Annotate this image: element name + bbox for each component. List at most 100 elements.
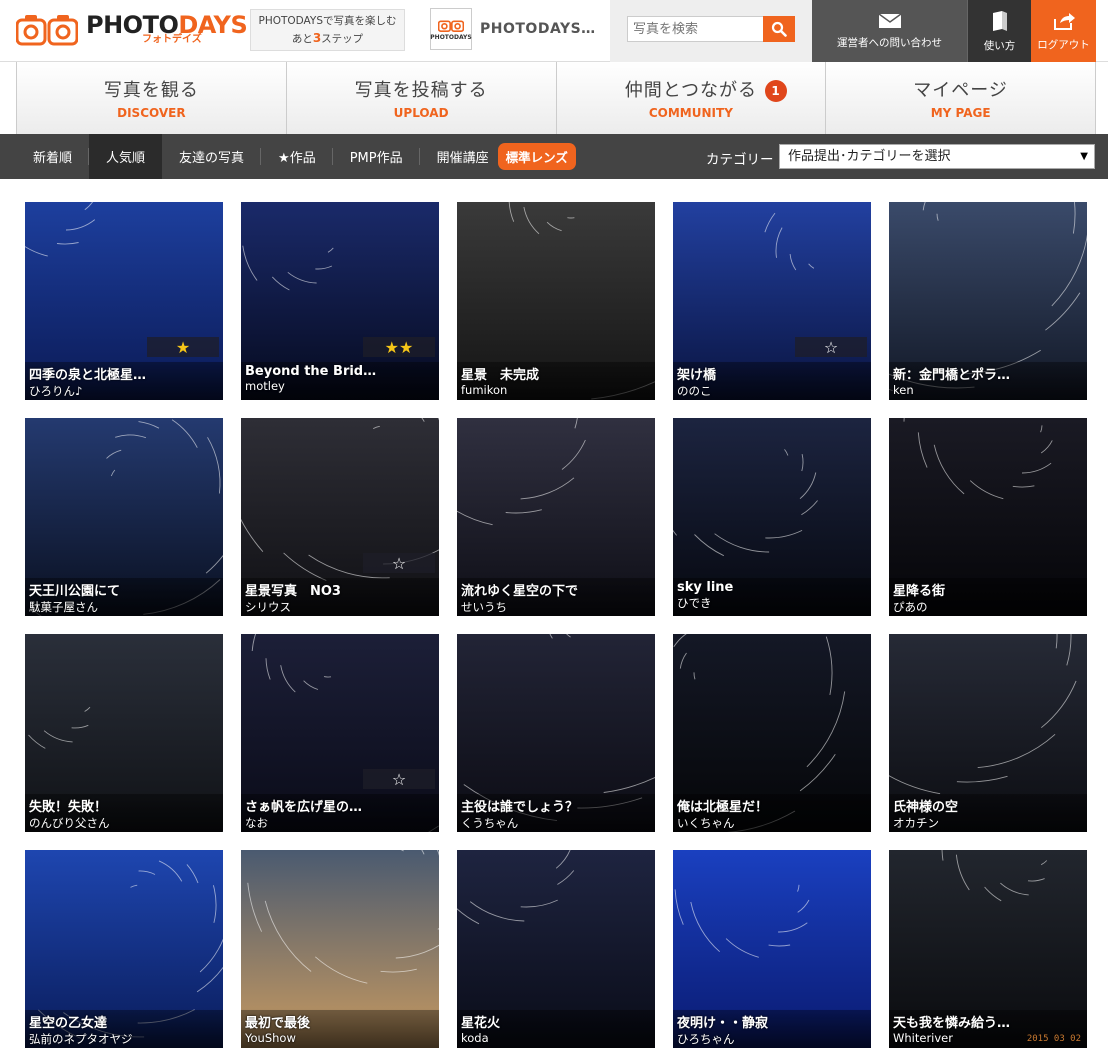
photo-tile[interactable]: 星花火 koda	[457, 850, 655, 1048]
photo-caption: 氏神様の空 オカチン	[889, 792, 1087, 832]
photo-tile[interactable]: 天王川公園にて 駄菓子屋さん	[25, 418, 223, 616]
lens-tag[interactable]: 標準レンズ	[497, 143, 576, 170]
rating-star-icon[interactable]: ☆	[363, 553, 435, 573]
photo-tile[interactable]: 主役は誰でしょう？ くうちゃん	[457, 634, 655, 832]
photo-title: 最初で最後	[245, 1016, 311, 1031]
photo-caption: 流れゆく星空の下で せいうち	[457, 576, 655, 616]
photo-tile[interactable]: 星空の乙女達 弘前のネプタオヤジ	[25, 850, 223, 1048]
photo-caption: 俺は北極星だ！ いくちゃん	[673, 792, 871, 832]
profile-link[interactable]: PHOTODAYS PHOTODAYS…	[430, 8, 596, 50]
profile-name: PHOTODAYS…	[480, 21, 596, 37]
photo-author[interactable]: くうちゃん	[461, 815, 651, 831]
photo-author[interactable]: オカチン	[893, 815, 1083, 831]
photo-author[interactable]: ののこ	[677, 383, 867, 399]
nav-upload[interactable]: 写真を投稿する UPLOAD	[287, 62, 557, 134]
photo-author[interactable]: ken	[893, 383, 1083, 397]
site-logo[interactable]: PHOTODAYS フォトデイズ	[15, 12, 248, 46]
main-nav: 写真を観る DISCOVER 写真を投稿する UPLOAD 仲間とつながる CO…	[16, 62, 1096, 134]
photo-caption: 新：金門橋とポラ… ken	[889, 360, 1087, 400]
photo-tile[interactable]: 星景 未完成 fumikon	[457, 202, 655, 400]
photo-tile[interactable]: 星降る街 ぴあの	[889, 418, 1087, 616]
search-button[interactable]	[763, 16, 795, 42]
photo-caption: Beyond the Brid… motley	[241, 360, 439, 400]
photo-title: 天王川公園にて	[29, 584, 121, 599]
photo-title: さぁ帆を広げ星の…	[245, 800, 363, 815]
category-select[interactable]: 作品提出･カテゴリーを選択 ▼	[779, 144, 1095, 169]
photo-caption: 夜明け・・静寂 ひろちゃん	[673, 1008, 871, 1048]
photo-title: 星景 未完成	[461, 368, 540, 383]
nav-community[interactable]: 仲間とつながる COMMUNITY 1	[557, 62, 827, 134]
camera-logo-icon	[15, 12, 79, 46]
photo-tile[interactable]: 流れゆく星空の下で せいうち	[457, 418, 655, 616]
photo-title: 夜明け・・静寂	[677, 1016, 769, 1031]
photo-author[interactable]: ひでき	[677, 595, 867, 611]
photo-caption: 失敗！失敗！ のんびり父さん	[25, 792, 223, 832]
photo-author[interactable]: 駄菓子屋さん	[29, 599, 219, 615]
photo-author[interactable]: ひろちゃん	[677, 1031, 867, 1047]
photo-author[interactable]: 弘前のネプタオヤジ	[29, 1031, 219, 1047]
photo-author[interactable]: fumikon	[461, 383, 651, 397]
photo-author[interactable]: のんびり父さん	[29, 815, 219, 831]
photo-caption: さぁ帆を広げ星の… なお	[241, 792, 439, 832]
photo-caption: 星景写真 NO3 シリウス	[241, 576, 439, 616]
share-out-icon	[1053, 12, 1075, 30]
search-input[interactable]	[627, 16, 765, 42]
nav-mypage[interactable]: マイページ MY PAGE	[826, 62, 1095, 134]
photo-tile[interactable]: 新：金門橋とポラ… ken	[889, 202, 1087, 400]
photo-author[interactable]: YouShow	[245, 1031, 435, 1045]
photo-title: 氏神様の空	[893, 800, 959, 815]
tab-friends-photos[interactable]: 友達の写真	[162, 134, 262, 179]
photo-title: 架け橋	[677, 368, 717, 383]
photo-tile[interactable]: 最初で最後 YouShow	[241, 850, 439, 1048]
photo-author[interactable]: なお	[245, 815, 435, 831]
rating-star-icon[interactable]: ☆	[795, 337, 867, 357]
photo-author[interactable]: motley	[245, 379, 435, 393]
photo-tile[interactable]: 俺は北極星だ！ いくちゃん	[673, 634, 871, 832]
tab-pmp-works[interactable]: PMP作品	[333, 134, 420, 179]
rating-star-icon[interactable]: ★★	[363, 337, 435, 357]
photo-caption: 四季の泉と北極星… ひろりん♪	[25, 360, 223, 400]
photo-tile[interactable]: 失敗！失敗！ のんびり父さん	[25, 634, 223, 832]
photo-title: 星花火	[461, 1016, 501, 1031]
photo-tile[interactable]: 氏神様の空 オカチン	[889, 634, 1087, 832]
photo-title: 星景写真 NO3	[245, 584, 341, 599]
contact-button[interactable]: 運営者への問い合わせ	[812, 0, 967, 62]
tab-courses[interactable]: 開催講座	[420, 134, 506, 179]
photo-title: sky line	[677, 580, 734, 595]
tab-newest[interactable]: 新着順	[16, 134, 90, 179]
photo-author[interactable]: せいうち	[461, 599, 651, 615]
tab-popular[interactable]: 人気順	[89, 134, 163, 179]
photo-tile[interactable]: sky line ひでき	[673, 418, 871, 616]
photo-caption: 天王川公園にて 駄菓子屋さん	[25, 576, 223, 616]
nav-discover[interactable]: 写真を観る DISCOVER	[17, 62, 287, 134]
photo-author[interactable]: いくちゃん	[677, 815, 867, 831]
logout-button[interactable]: ログアウト	[1031, 0, 1096, 62]
photo-tile[interactable]: 夜明け・・静寂 ひろちゃん	[673, 850, 871, 1048]
photo-tile[interactable]: ☆ 星景写真 NO3 シリウス	[241, 418, 439, 616]
photo-title: 主役は誰でしょう？	[461, 800, 579, 815]
tab-starred-works[interactable]: ★作品	[261, 134, 333, 179]
photo-caption: 最初で最後 YouShow	[241, 1008, 439, 1048]
photo-tile[interactable]: 天も我を憐み給う… Whiteriver 2015 03 02	[889, 850, 1087, 1048]
photo-caption: 主役は誰でしょう？ くうちゃん	[457, 792, 655, 832]
help-button[interactable]: 使い方	[967, 0, 1031, 62]
photo-tile[interactable]: ★ 四季の泉と北極星… ひろりん♪	[25, 202, 223, 400]
photo-author[interactable]: ひろりん♪	[29, 383, 219, 399]
mail-icon	[878, 12, 901, 28]
photo-caption: 星花火 koda	[457, 1008, 655, 1048]
photo-tile[interactable]: ☆ さぁ帆を広げ星の… なお	[241, 634, 439, 832]
rating-star-icon[interactable]: ☆	[363, 769, 435, 789]
photo-datestamp: 2015 03 02	[1026, 1034, 1081, 1044]
photo-author[interactable]: ぴあの	[893, 599, 1083, 615]
category-label: カテゴリー	[706, 152, 774, 168]
photo-tile[interactable]: ★★ Beyond the Brid… motley	[241, 202, 439, 400]
photo-title: 星降る街	[893, 584, 946, 599]
rating-star-icon[interactable]: ★	[147, 337, 219, 357]
photo-author[interactable]: シリウス	[245, 599, 435, 615]
book-icon	[992, 10, 1007, 31]
photo-tile[interactable]: ☆ 架け橋 ののこ	[673, 202, 871, 400]
search-area	[610, 0, 812, 62]
onboarding-steps[interactable]: PHOTODAYSで写真を楽しむ あと3ステップ	[250, 9, 405, 51]
photo-author[interactable]: koda	[461, 1031, 651, 1045]
notification-badge: 1	[764, 80, 787, 102]
